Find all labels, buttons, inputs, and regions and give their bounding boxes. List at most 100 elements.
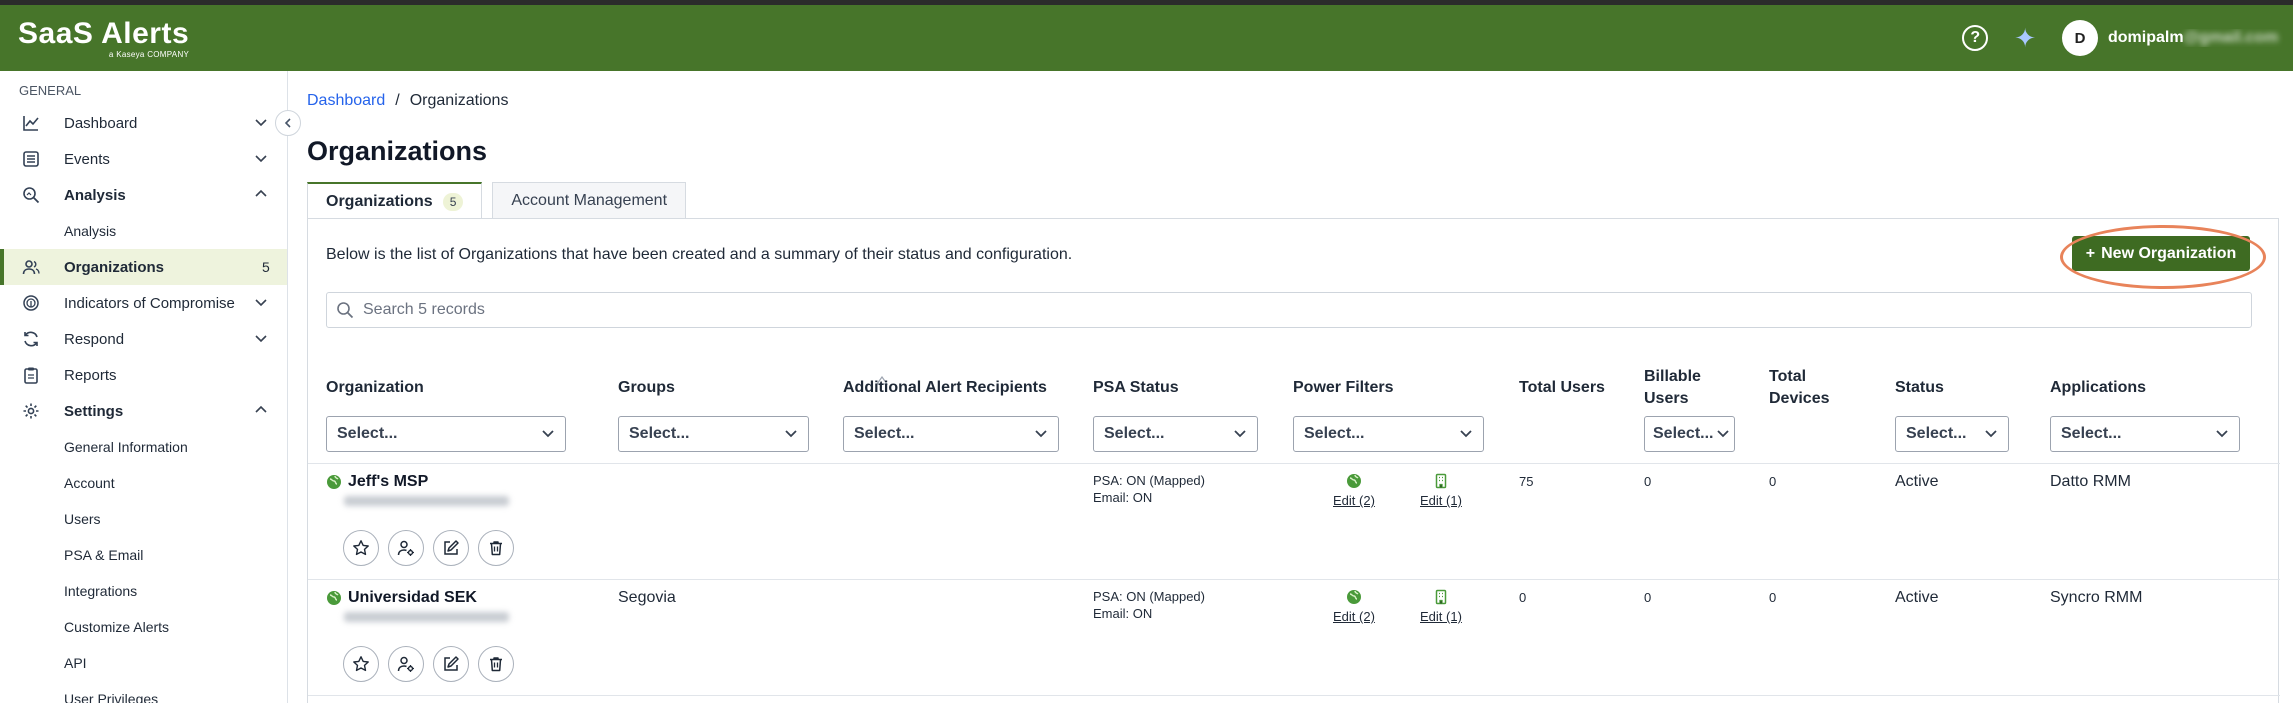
sidebar-item-dashboard[interactable]: Dashboard [0,105,287,141]
new-organization-button[interactable]: + New Organization [2072,236,2250,271]
edit-icon [444,656,459,671]
plus-icon: + [2085,244,2096,262]
chevron-down-icon [254,151,268,168]
power-filter-edit-link[interactable]: Edit (2) [1333,609,1375,624]
favorite-button[interactable] [343,646,379,682]
filter-select-applications[interactable]: Select... [2050,416,2240,452]
filter-select-psa-status[interactable]: Select... [1093,416,1258,452]
sidebar-subitem-user-privileges[interactable]: User Privileges [0,681,287,703]
org-name-link[interactable]: Jeff's MSP [326,473,428,491]
power-filter-edit-link[interactable]: Edit (1) [1420,609,1462,624]
user-settings-button[interactable] [388,530,424,566]
sidebar-subitem-api[interactable]: API [0,645,287,681]
chevron-down-icon [542,430,554,438]
logo[interactable]: SaaS Alerts a Kaseya COMPANY [18,19,189,60]
edit-button[interactable] [433,646,469,682]
column-header-status[interactable]: Status [1895,377,1944,399]
edit-button[interactable] [433,530,469,566]
sidebar-subitem-integrations[interactable]: Integrations [0,573,287,609]
user-settings-button[interactable] [388,646,424,682]
power-filter-edit-link[interactable]: Edit (1) [1420,493,1462,508]
breadcrumb-current: Organizations [409,92,509,109]
chevron-down-icon [1985,430,1997,438]
column-header-total-devices[interactable]: Total Devices [1769,366,1839,410]
select-value: Select... [2061,425,2122,442]
main-content: Dashboard / Organizations Organizations … [289,71,2293,703]
search-chart-icon [22,186,40,204]
chevron-up-icon [254,403,268,420]
column-header-power-filters[interactable]: Power Filters [1293,377,1393,399]
sidebar-subitem-users[interactable]: Users [0,501,287,537]
column-header-groups[interactable]: Groups [618,377,675,399]
filter-select-organization[interactable]: Select... [326,416,566,452]
page-title: Organizations [307,136,488,166]
list-icon [22,150,40,168]
sparkle-icon[interactable]: ✦ [2014,23,2036,54]
cell-total-users: 75 [1519,474,1534,489]
tab-organizations[interactable]: Organizations 5 [307,182,483,219]
power-filter-web: Edit (2) [1333,589,1375,624]
column-header-organization[interactable]: Organization [326,377,424,399]
avatar[interactable]: D [2062,20,2098,56]
sidebar-collapse-button[interactable] [275,110,301,136]
filter-select-power-filters[interactable]: Select... [1293,416,1484,452]
trash-icon [490,657,502,672]
sidebar-item-label: Dashboard [64,114,138,132]
user-menu[interactable]: domipalm@gmail.com [2108,29,2293,47]
cell-billable-users: 0 [1644,590,1652,605]
breadcrumb-link-dashboard[interactable]: Dashboard [307,92,385,110]
filter-select-groups[interactable]: Select... [618,416,809,452]
gear-icon [22,402,40,420]
help-circle-icon[interactable]: ? [1962,25,1989,51]
cell-total-users: 0 [1519,590,1527,605]
cell-applications: Datto RMM [2050,473,2131,490]
filter-select-billable-users[interactable]: Select... [1644,416,1735,452]
sidebar-item-label: Indicators of Compromise [64,294,235,312]
sidebar-item-events[interactable]: Events [0,141,287,177]
sidebar-item-label: Events [64,150,110,168]
column-header-applications[interactable]: Applications [2050,377,2146,399]
sidebar-subitem-general-information[interactable]: General Information [0,429,287,465]
sidebar-item-organizations[interactable]: Organizations 5 [0,249,287,285]
user-name-hidden: @gmail.com [2183,29,2279,46]
delete-button[interactable] [478,530,514,566]
star-icon [353,540,369,556]
app-root: SaaS Alerts a Kaseya COMPANY ? ✦ D domip… [0,0,2293,703]
delete-button[interactable] [478,646,514,682]
chevron-down-icon [1717,430,1729,438]
sidebar-item-settings[interactable]: Settings [0,393,287,429]
sidebar-subitem-customize-alerts[interactable]: Customize Alerts [0,609,287,645]
search-icon [337,302,354,319]
select-value: Select... [1653,425,1714,442]
cell-psa-status: PSA: ON (Mapped) Email: ON [1093,472,1205,506]
sidebar-subitem-psa-email[interactable]: PSA & Email [0,537,287,573]
org-id-redacted [344,612,509,622]
column-header-additional-alert-recipients[interactable]: Additional Alert Recipients [843,377,1047,399]
sidebar-item-indicators-of-compromise[interactable]: Indicators of Compromise [0,285,287,321]
tab-account-management[interactable]: Account Management [492,182,687,219]
power-filter-web: Edit (2) [1333,473,1375,508]
column-header-billable-users[interactable]: Billable Users [1644,366,1714,410]
filter-select-additional-alert-recipients[interactable]: Select... [843,416,1059,452]
column-header-psa-status[interactable]: PSA Status [1093,377,1179,399]
sidebar-subitem-account[interactable]: Account [0,465,287,501]
sidebar-item-label: Settings [64,402,124,420]
org-name-link[interactable]: Universidad SEK [326,589,477,607]
row-divider [308,463,2280,464]
sidebar-item-respond[interactable]: Respond [0,321,287,357]
sidebar-item-label: Respond [64,330,125,348]
tab-label: Organizations [326,192,433,210]
favorite-button[interactable] [343,530,379,566]
column-header-total-users[interactable]: Total Users [1519,377,1605,399]
sidebar-item-analysis[interactable]: Analysis [0,177,287,213]
filter-select-status[interactable]: Select... [1895,416,2009,452]
sidebar-subitem-analysis[interactable]: Analysis [0,213,287,249]
globe-icon [327,591,341,605]
edit-icon [444,540,459,555]
power-filter-edit-link[interactable]: Edit (2) [1333,493,1375,508]
sidebar-item-reports[interactable]: Reports [0,357,287,393]
cell-total-devices: 0 [1769,590,1777,605]
search-input[interactable]: Search 5 records [326,292,2252,328]
chevron-down-icon [254,331,268,348]
user-name: domipalm [2108,29,2184,46]
